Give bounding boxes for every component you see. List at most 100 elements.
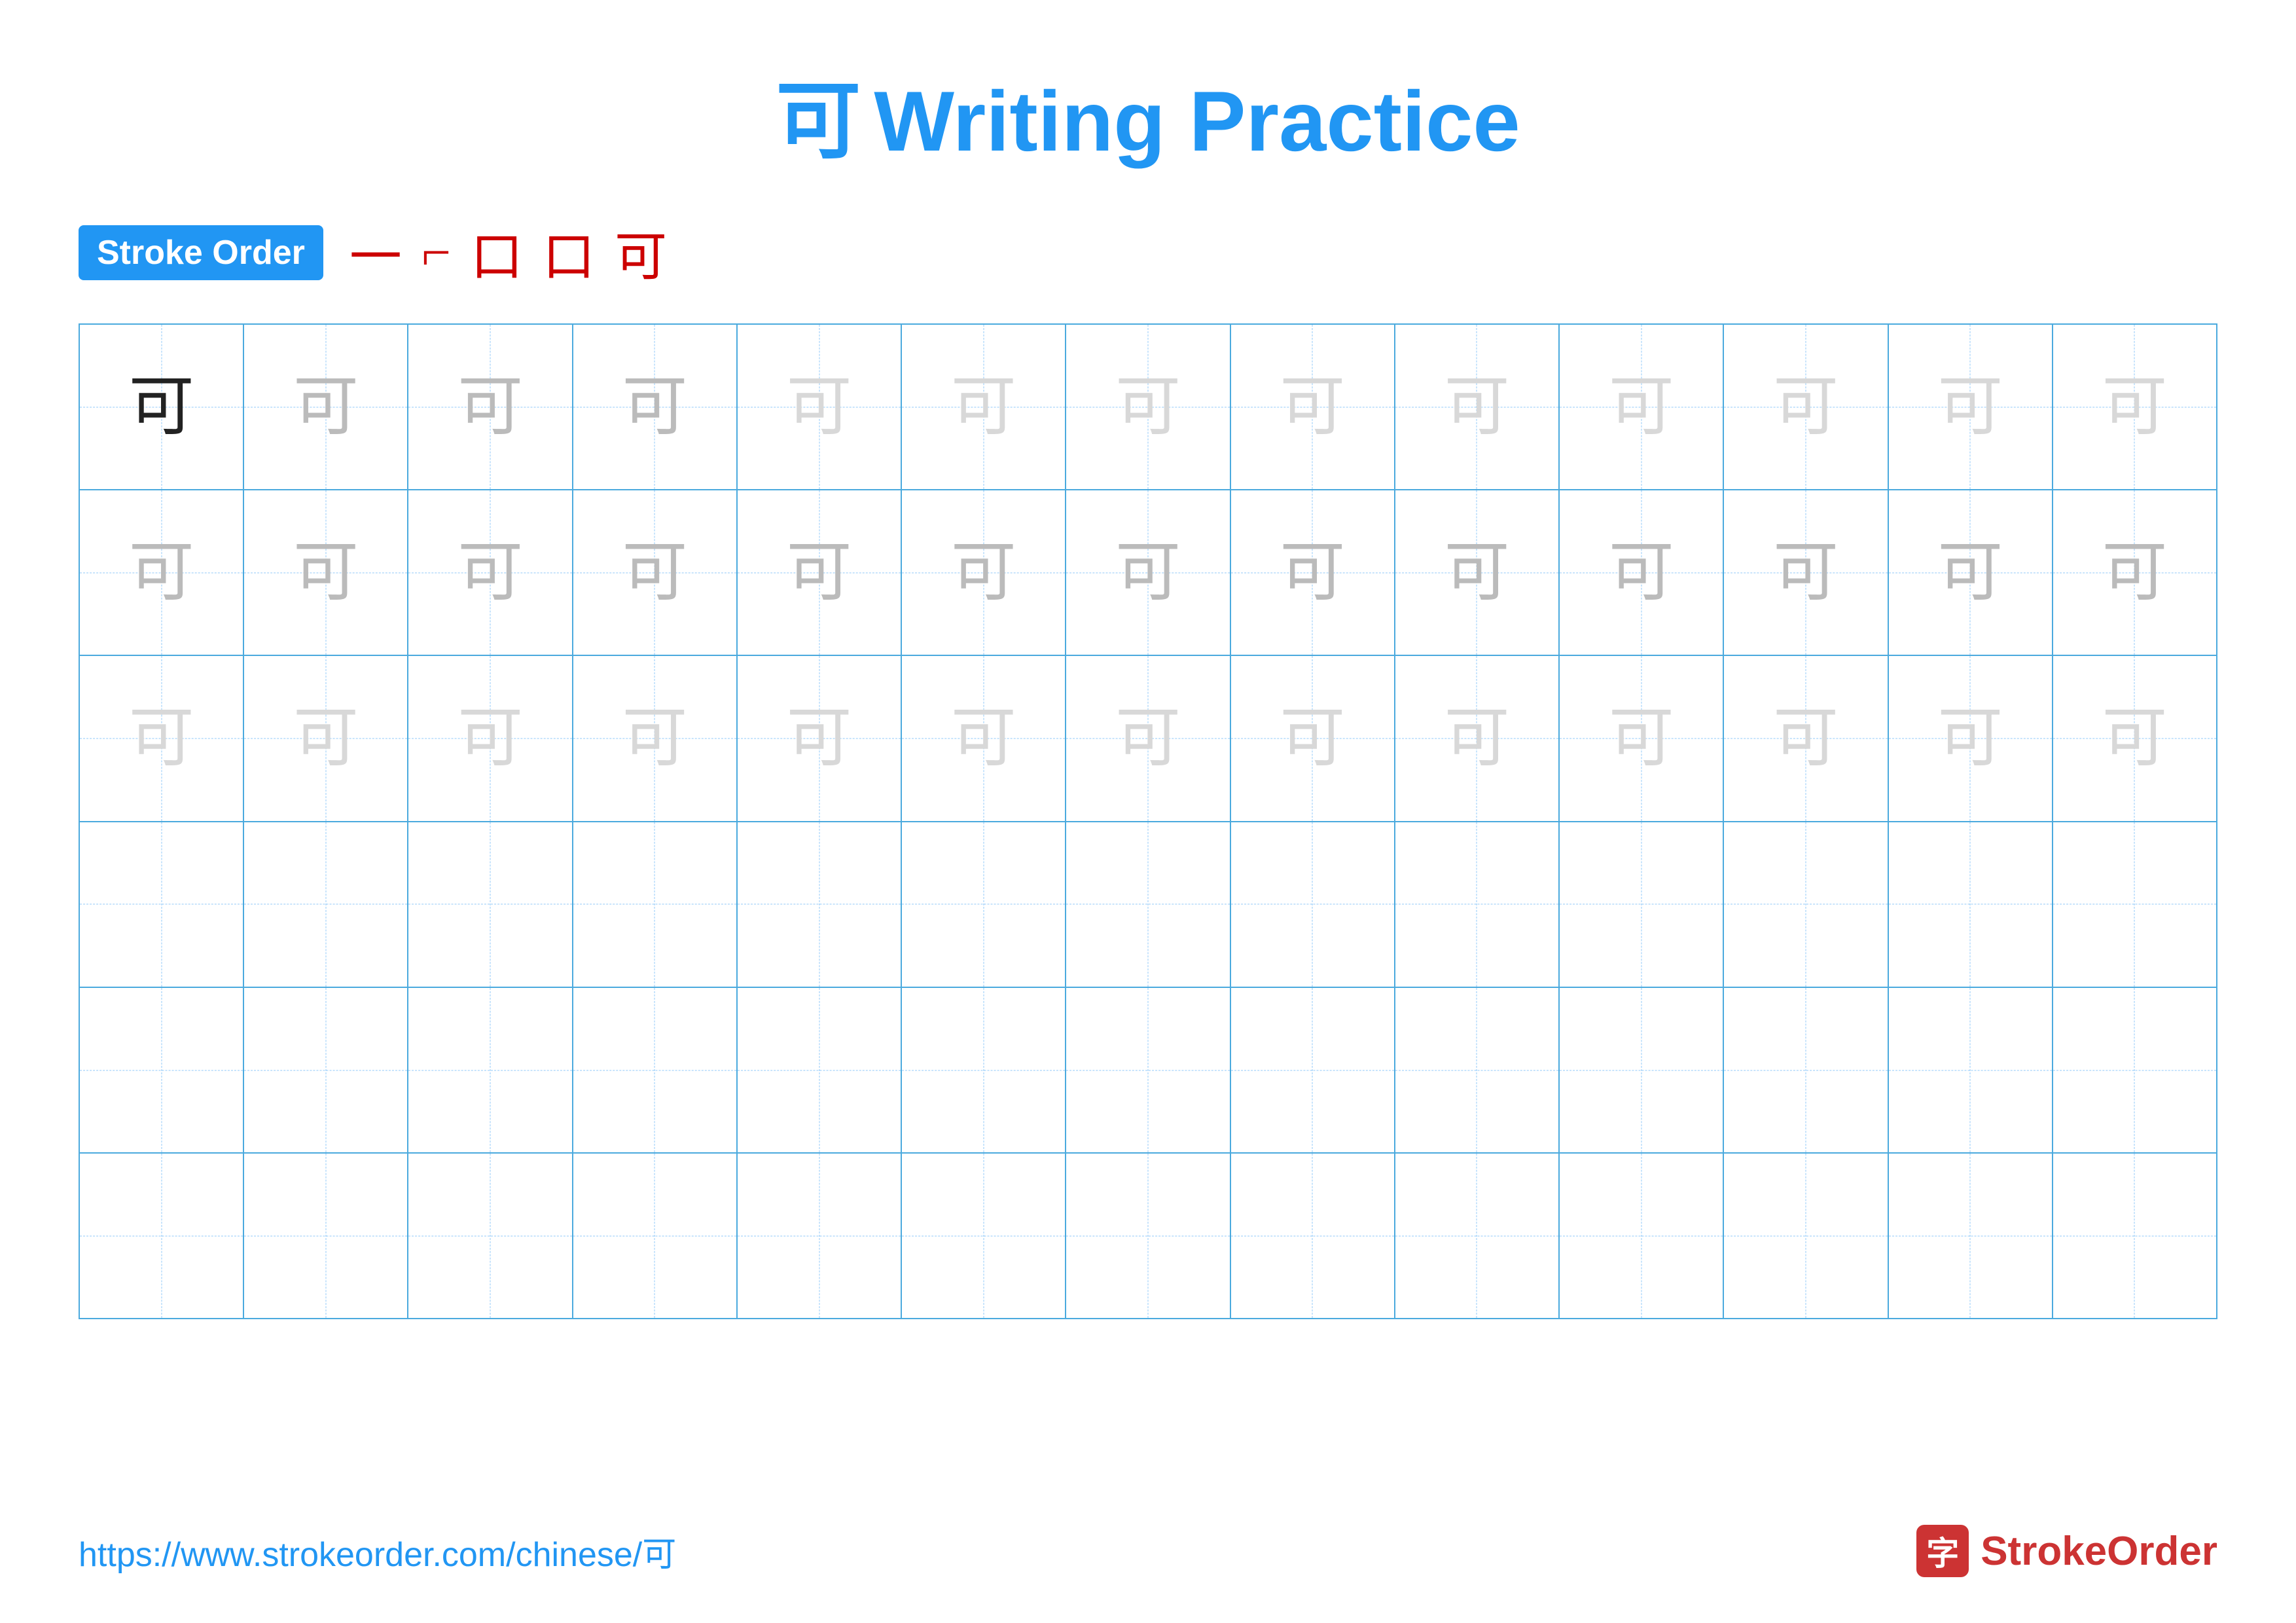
grid-cell[interactable]: 可 xyxy=(1395,656,1560,820)
grid-cell[interactable]: 可 xyxy=(1560,325,1724,489)
grid-cell[interactable] xyxy=(1724,1154,1888,1318)
grid-cell[interactable]: 可 xyxy=(573,325,738,489)
grid-cell[interactable] xyxy=(1889,1154,2053,1318)
practice-char: 可 xyxy=(1937,540,2003,606)
grid-cell[interactable] xyxy=(1395,988,1560,1152)
grid-cell[interactable]: 可 xyxy=(738,325,902,489)
practice-char: 可 xyxy=(1609,374,1674,440)
grid-cell[interactable] xyxy=(2053,1154,2216,1318)
grid-cell[interactable]: 可 xyxy=(1724,656,1888,820)
grid-cell[interactable] xyxy=(1066,988,1230,1152)
grid-cell[interactable]: 可 xyxy=(902,490,1066,655)
grid-cell[interactable]: 可 xyxy=(573,490,738,655)
grid-cell[interactable]: 可 xyxy=(408,656,573,820)
practice-char: 可 xyxy=(1444,706,1509,771)
grid-cell[interactable] xyxy=(80,988,244,1152)
grid-cell[interactable] xyxy=(902,988,1066,1152)
grid-cell[interactable]: 可 xyxy=(1231,490,1395,655)
grid-cell[interactable]: 可 xyxy=(1066,325,1230,489)
grid-cell[interactable]: 可 xyxy=(408,325,573,489)
grid-cell[interactable] xyxy=(1395,822,1560,987)
stroke-step-1: 一 xyxy=(350,215,402,291)
grid-cell[interactable]: 可 xyxy=(80,325,244,489)
grid-cell[interactable] xyxy=(1066,1154,1230,1318)
grid-cell[interactable]: 可 xyxy=(1560,490,1724,655)
grid-cell[interactable]: 可 xyxy=(1724,325,1888,489)
grid-cell[interactable]: 可 xyxy=(1889,325,2053,489)
grid-cell[interactable] xyxy=(244,822,408,987)
grid-cell[interactable] xyxy=(2053,822,2216,987)
grid-cell[interactable]: 可 xyxy=(902,656,1066,820)
practice-char: 可 xyxy=(1937,374,2003,440)
grid-cell[interactable] xyxy=(738,822,902,987)
grid-cell[interactable]: 可 xyxy=(244,656,408,820)
grid-cell[interactable] xyxy=(573,988,738,1152)
grid-cell[interactable]: 可 xyxy=(1066,490,1230,655)
practice-char: 可 xyxy=(787,374,852,440)
grid-cell[interactable]: 可 xyxy=(738,490,902,655)
grid-cell[interactable] xyxy=(1560,822,1724,987)
grid-cell[interactable]: 可 xyxy=(1066,656,1230,820)
practice-char: 可 xyxy=(951,706,1016,771)
grid-cell[interactable]: 可 xyxy=(902,325,1066,489)
grid-cell[interactable] xyxy=(80,822,244,987)
grid-cell[interactable] xyxy=(244,988,408,1152)
grid-cell[interactable] xyxy=(1889,822,2053,987)
grid-cell[interactable]: 可 xyxy=(1395,490,1560,655)
stroke-step-4: 口 xyxy=(543,215,595,291)
practice-char: 可 xyxy=(1444,374,1509,440)
grid-cell[interactable] xyxy=(1560,1154,1724,1318)
grid-cell[interactable] xyxy=(80,1154,244,1318)
practice-char: 可 xyxy=(457,540,523,606)
grid-cell[interactable]: 可 xyxy=(408,490,573,655)
grid-cell[interactable]: 可 xyxy=(80,490,244,655)
grid-row-3: 可 可 可 可 可 可 可 可 可 可 可 可 可 xyxy=(80,656,2216,822)
page-title: 可Writing Practice xyxy=(79,52,2217,175)
grid-cell[interactable]: 可 xyxy=(1231,656,1395,820)
grid-cell[interactable] xyxy=(1724,822,1888,987)
grid-cell[interactable] xyxy=(408,822,573,987)
grid-cell[interactable] xyxy=(1231,988,1395,1152)
grid-cell[interactable] xyxy=(2053,988,2216,1152)
grid-cell[interactable]: 可 xyxy=(2053,325,2216,489)
grid-cell[interactable]: 可 xyxy=(1231,325,1395,489)
grid-cell[interactable] xyxy=(1231,822,1395,987)
practice-char: 可 xyxy=(129,374,194,440)
grid-cell[interactable]: 可 xyxy=(2053,490,2216,655)
practice-char: 可 xyxy=(2102,540,2167,606)
grid-cell[interactable]: 可 xyxy=(244,490,408,655)
grid-cell[interactable] xyxy=(1395,1154,1560,1318)
grid-cell[interactable]: 可 xyxy=(1395,325,1560,489)
practice-char: 可 xyxy=(293,540,359,606)
grid-cell[interactable] xyxy=(244,1154,408,1318)
grid-cell[interactable] xyxy=(902,822,1066,987)
grid-cell[interactable]: 可 xyxy=(1889,490,2053,655)
grid-cell[interactable] xyxy=(408,988,573,1152)
grid-cell[interactable] xyxy=(1231,1154,1395,1318)
grid-cell[interactable] xyxy=(573,1154,738,1318)
grid-cell[interactable] xyxy=(1724,988,1888,1152)
grid-cell[interactable] xyxy=(1889,988,2053,1152)
grid-row-5 xyxy=(80,988,2216,1154)
grid-cell[interactable] xyxy=(1560,988,1724,1152)
grid-cell[interactable]: 可 xyxy=(573,656,738,820)
grid-row-6 xyxy=(80,1154,2216,1318)
grid-cell[interactable]: 可 xyxy=(738,656,902,820)
grid-cell[interactable] xyxy=(1066,822,1230,987)
stroke-sequence: 一 ⌐ 口 口 可 xyxy=(350,215,667,291)
brand-name: StrokeOrder xyxy=(1981,1528,2217,1575)
footer-url[interactable]: https://www.strokeorder.com/chinese/可 xyxy=(79,1527,676,1576)
grid-cell[interactable]: 可 xyxy=(244,325,408,489)
grid-cell[interactable] xyxy=(738,1154,902,1318)
grid-cell[interactable]: 可 xyxy=(1724,490,1888,655)
grid-cell[interactable]: 可 xyxy=(80,656,244,820)
grid-cell[interactable]: 可 xyxy=(1560,656,1724,820)
grid-cell[interactable] xyxy=(902,1154,1066,1318)
practice-char: 可 xyxy=(2102,374,2167,440)
grid-cell[interactable]: 可 xyxy=(1889,656,2053,820)
grid-cell[interactable] xyxy=(738,988,902,1152)
grid-cell[interactable] xyxy=(573,822,738,987)
grid-cell[interactable] xyxy=(408,1154,573,1318)
grid-cell[interactable]: 可 xyxy=(2053,656,2216,820)
practice-char: 可 xyxy=(1937,706,2003,771)
